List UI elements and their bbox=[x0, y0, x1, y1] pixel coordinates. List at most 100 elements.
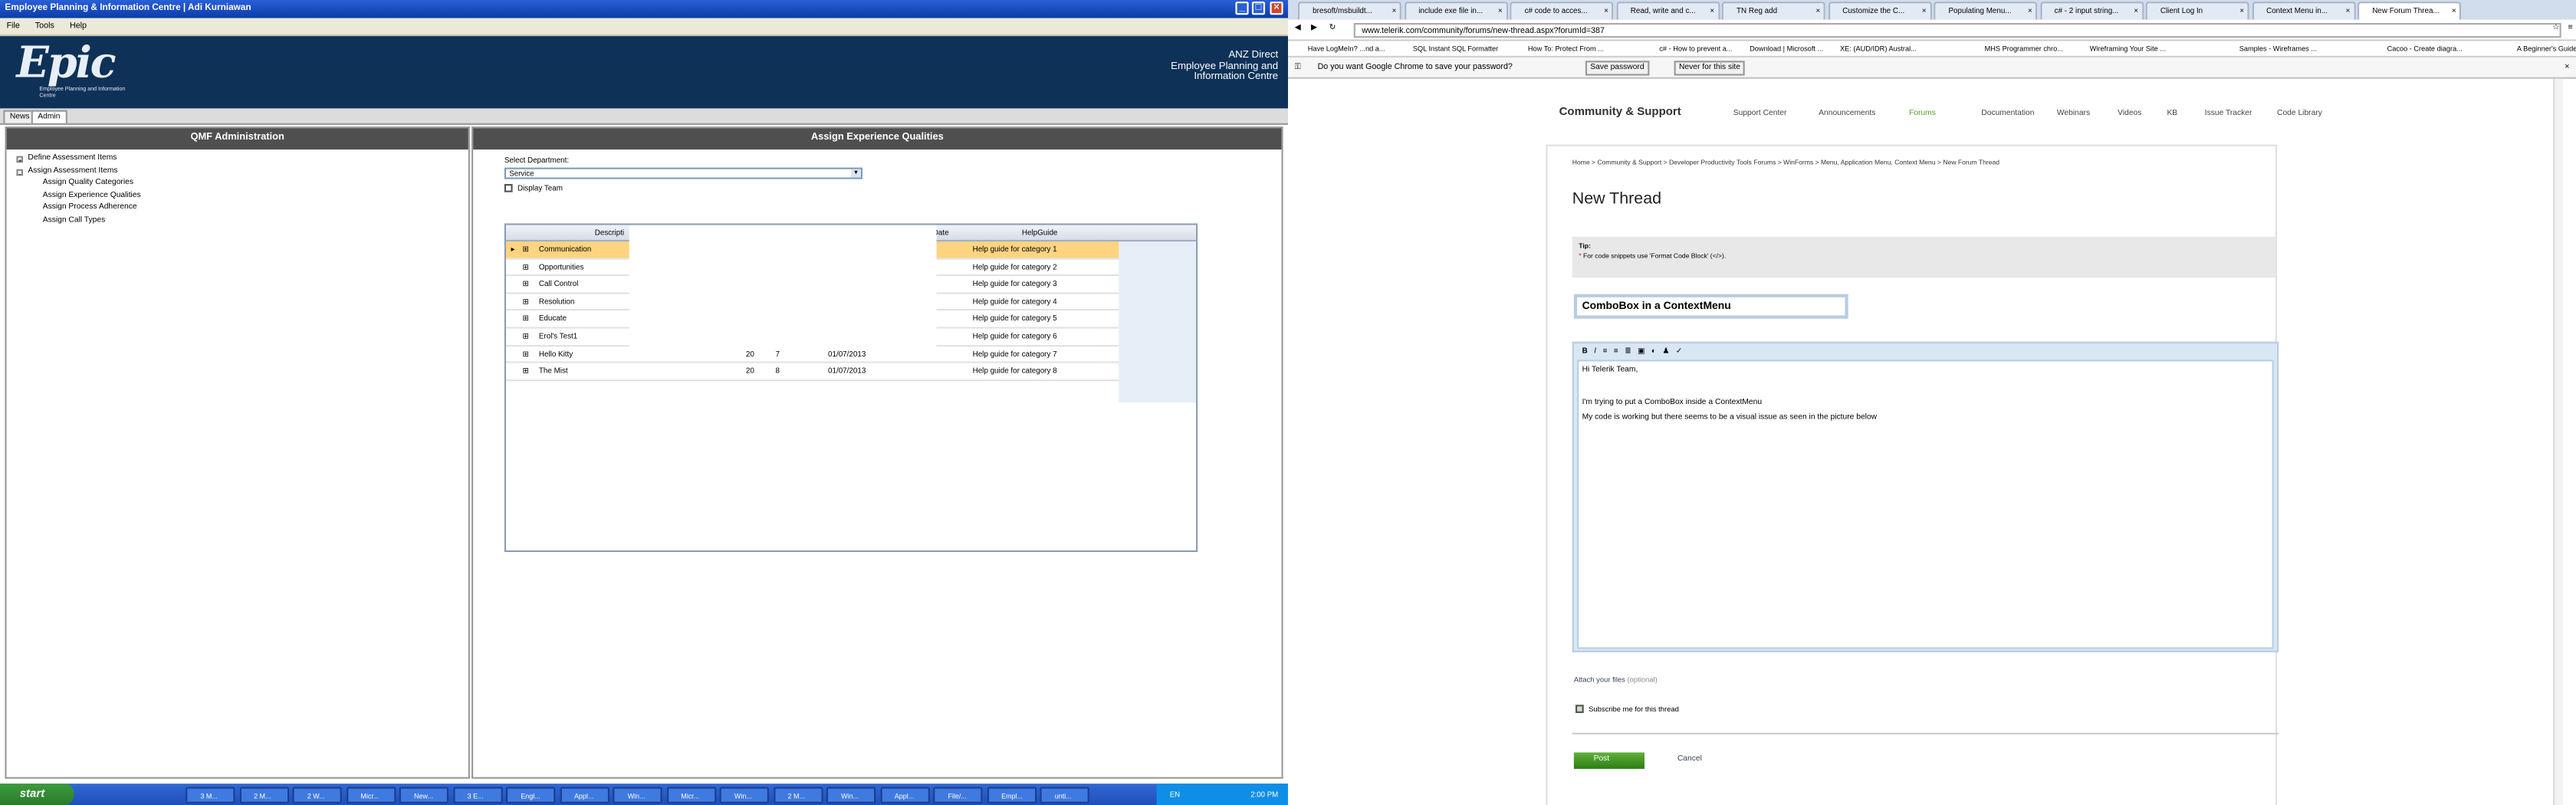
bookmark-item[interactable]: SQL Instant SQL Formatter bbox=[1413, 41, 1498, 58]
wrench-icon[interactable]: ≡ bbox=[2568, 23, 2572, 33]
taskbar-item[interactable]: Win... bbox=[613, 786, 662, 803]
table-row[interactable]: ⊞ Hello Kitty 20 7 01/07/2013 Help guide for … bbox=[506, 346, 1197, 363]
editor-tool-icon[interactable]: ♟ bbox=[1663, 347, 1670, 355]
close-infobar-icon[interactable]: × bbox=[2564, 58, 2569, 79]
expand-icon[interactable]: ⊞ bbox=[522, 311, 528, 327]
close-tab-icon[interactable]: × bbox=[1710, 3, 1714, 19]
editor-tool-icon[interactable]: ≣ bbox=[1625, 347, 1631, 355]
tree-child-experience[interactable]: Assign Experience Qualities bbox=[13, 190, 462, 202]
browser-tab[interactable]: Populating Menu... × bbox=[1934, 2, 2038, 20]
nav-link[interactable]: Support Center bbox=[1733, 110, 1787, 119]
browser-tab[interactable]: Read, write and c... × bbox=[1615, 2, 1720, 20]
cancel-link[interactable]: Cancel bbox=[1677, 756, 1702, 764]
expand-icon[interactable]: + bbox=[16, 156, 24, 163]
minimize-icon[interactable]: _ bbox=[1235, 2, 1249, 15]
browser-tab[interactable]: New Forum Threa... × bbox=[2358, 2, 2462, 20]
expand-icon[interactable]: ⊞ bbox=[522, 276, 528, 292]
taskbar-item[interactable]: 2 M... bbox=[773, 786, 823, 803]
close-tab-icon[interactable]: × bbox=[1604, 3, 1608, 19]
department-select[interactable]: Service ▼ bbox=[504, 167, 863, 179]
editor-tool-icon[interactable]: ≡ bbox=[1614, 347, 1618, 355]
taskbar-item[interactable]: Micr... bbox=[346, 786, 396, 803]
tree-child-quality[interactable]: Assign Quality Categories bbox=[13, 177, 462, 189]
browser-tab[interactable]: TN Reg add × bbox=[1721, 2, 1825, 20]
browser-tab[interactable]: c# code to acces... × bbox=[1510, 2, 1614, 20]
taskbar-item[interactable]: 3 E... bbox=[452, 786, 502, 803]
close-tab-icon[interactable]: × bbox=[1392, 3, 1397, 19]
editor-tool-icon[interactable]: ≡ bbox=[1603, 347, 1608, 355]
bookmark-item[interactable]: XE: (AUD/IDR) Austral... bbox=[1840, 41, 1917, 58]
reload-icon[interactable]: ↻ bbox=[1329, 23, 1336, 33]
collapse-icon[interactable]: - bbox=[16, 168, 24, 176]
editor-tool-icon[interactable]: ▣ bbox=[1638, 347, 1644, 355]
taskbar-item[interactable]: Win... bbox=[719, 786, 769, 803]
message-body[interactable]: Hi Telerik Team, I'm trying to put a Com… bbox=[1577, 360, 2274, 649]
bookmark-item[interactable]: c# - How to prevent a... bbox=[1659, 41, 1732, 58]
bookmark-item[interactable]: Samples - Wireframes ... bbox=[2239, 41, 2317, 58]
nav-link[interactable]: Issue Tracker bbox=[2205, 110, 2252, 119]
editor-tool-icon[interactable]: ✓ bbox=[1676, 347, 1682, 355]
save-password-button[interactable]: Save password bbox=[1585, 61, 1650, 76]
close-tab-icon[interactable]: × bbox=[2134, 3, 2138, 19]
never-button[interactable]: Never for this site bbox=[1674, 61, 1746, 76]
menu-file[interactable]: File bbox=[7, 21, 20, 31]
expand-icon[interactable]: ⊞ bbox=[522, 363, 528, 380]
tree-item-define[interactable]: + Define Assessment Items bbox=[13, 153, 462, 165]
taskbar-item[interactable]: Appl... bbox=[559, 786, 609, 803]
bookmark-item[interactable]: Download | Microsoft ... bbox=[1750, 41, 1823, 58]
bookmark-item[interactable]: Cacoo - Create diagra... bbox=[2387, 41, 2463, 58]
taskbar-item[interactable]: unti... bbox=[1040, 786, 1089, 803]
close-tab-icon[interactable]: × bbox=[2239, 3, 2244, 19]
editor-tool-icon[interactable]: I bbox=[1594, 347, 1596, 355]
close-tab-icon[interactable]: × bbox=[1922, 3, 1927, 19]
tab-admin[interactable]: Admin bbox=[31, 110, 67, 125]
taskbar-item[interactable]: 2 M... bbox=[238, 786, 289, 803]
taskbar-item[interactable]: Empl... bbox=[986, 786, 1037, 803]
expand-icon[interactable]: ⊞ bbox=[522, 259, 528, 275]
page-scrollbar[interactable] bbox=[2553, 78, 2563, 805]
close-tab-icon[interactable]: × bbox=[2028, 3, 2032, 19]
back-icon[interactable]: ◀ bbox=[1295, 23, 1301, 33]
taskbar-item[interactable]: 3 M... bbox=[186, 786, 235, 803]
star-icon[interactable]: ☆ bbox=[2552, 23, 2560, 33]
editor-tool-icon[interactable]: B bbox=[1582, 347, 1588, 355]
forward-icon[interactable]: ▶ bbox=[1311, 23, 1317, 33]
tree-item-assign[interactable]: - Assign Assessment Items bbox=[13, 165, 462, 177]
bookmark-item[interactable]: MHS Programmer chro... bbox=[1985, 41, 2063, 58]
expand-icon[interactable]: ⊞ bbox=[522, 329, 528, 345]
attach-files-link[interactable]: Attach your files (optional) bbox=[1574, 675, 1658, 684]
nav-link[interactable]: Webinars bbox=[2057, 110, 2090, 119]
clock[interactable]: 2:00 PM bbox=[1250, 784, 1278, 805]
display-team-checkbox[interactable] bbox=[504, 184, 513, 193]
nav-link[interactable]: Documentation bbox=[1981, 110, 2034, 119]
browser-tab[interactable]: Context Menu in... × bbox=[2251, 2, 2355, 20]
start-button[interactable]: start bbox=[0, 784, 74, 805]
taskbar-item[interactable]: Engl... bbox=[506, 786, 556, 803]
tree-child-calltypes[interactable]: Assign Call Types bbox=[13, 215, 462, 227]
taskbar-item[interactable]: Appl... bbox=[879, 786, 929, 803]
subscribe-option[interactable]: Subscribe me for this thread bbox=[1576, 705, 1679, 714]
taskbar-item[interactable]: File/... bbox=[933, 786, 983, 803]
expand-icon[interactable]: ⊞ bbox=[522, 294, 528, 310]
browser-tab[interactable]: Client Log In × bbox=[2145, 2, 2249, 20]
tree-child-process[interactable]: Assign Process Adherence bbox=[13, 202, 462, 215]
browser-tab[interactable]: c# - 2 input string... × bbox=[2039, 2, 2144, 20]
language-indicator[interactable]: EN bbox=[1170, 784, 1180, 805]
bookmark-item[interactable]: How To: Protect From ... bbox=[1528, 41, 1604, 58]
table-row[interactable]: ⊞ The Mist 20 8 01/07/2013 Help guide for cat… bbox=[506, 363, 1197, 381]
taskbar-item[interactable]: New... bbox=[399, 786, 449, 803]
close-tab-icon[interactable]: × bbox=[1498, 3, 1503, 19]
close-tab-icon[interactable]: × bbox=[2346, 3, 2351, 19]
subject-input[interactable]: ComboBox in a ContextMenu bbox=[1573, 294, 1848, 319]
breadcrumb[interactable]: Home > Community & Support > Developer P… bbox=[1572, 158, 1999, 166]
expand-icon[interactable]: ⊞ bbox=[522, 242, 528, 258]
browser-tab[interactable]: Customize the C... × bbox=[1827, 2, 1931, 20]
taskbar-item[interactable]: Win... bbox=[826, 786, 876, 803]
nav-link[interactable]: Videos bbox=[2118, 110, 2141, 119]
chevron-down-icon[interactable]: ▼ bbox=[851, 169, 861, 178]
editor-tool-icon[interactable]: ◐ bbox=[1651, 347, 1656, 355]
taskbar-item[interactable]: 2 W... bbox=[292, 786, 342, 803]
menu-tools[interactable]: Tools bbox=[35, 21, 54, 31]
menu-help[interactable]: Help bbox=[70, 21, 87, 31]
expand-icon[interactable]: ⊞ bbox=[522, 346, 528, 362]
